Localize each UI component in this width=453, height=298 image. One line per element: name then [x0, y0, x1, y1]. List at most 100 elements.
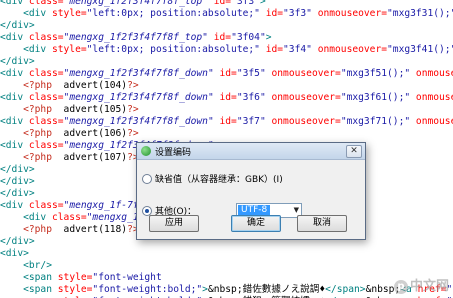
- code-token: <span: [0, 272, 58, 283]
- code-token: </div>: [0, 56, 35, 67]
- code-token: "mengxg_1f2f3f4f7f8f_down": [63, 68, 214, 79]
- code-line: <div class="mengxg_1f2f3f4f7f8f_top" id=…: [0, 0, 266, 8]
- code-line: <?php advert(107)?>: [0, 152, 139, 164]
- code-line: </div>: [0, 176, 35, 188]
- code-line: <div class="mengxg_1f2f3f4f7f8f_down" id…: [0, 92, 453, 104]
- code-token: id=: [213, 92, 237, 103]
- code-line: <?php advert(105)?>: [0, 104, 139, 116]
- code-token: id=: [213, 116, 237, 127]
- code-line: </div>: [0, 56, 35, 68]
- chevron-down-icon[interactable]: ▼: [294, 206, 299, 215]
- code-token: "3f3": [231, 0, 260, 7]
- code-token: ?>: [127, 128, 139, 139]
- code-token: "3f3": [283, 8, 312, 19]
- code-token: style=: [51, 44, 87, 55]
- code-token: onmouseout=: [415, 68, 453, 79]
- code-token: id=: [207, 32, 232, 43]
- code-line: <div class="mengxg_1f2f3f4f7f8f_top" id=…: [0, 32, 272, 44]
- code-line: </div>: [0, 188, 35, 200]
- code-token: onmouseout=: [415, 92, 453, 103]
- code-line: </div>: [0, 236, 35, 248]
- code-token: &nbsp;錯佐數據ノえ說調♦: [207, 284, 326, 295]
- code-token: "mxg3f61();": [340, 92, 411, 103]
- ok-button[interactable]: 确定: [231, 215, 281, 232]
- default-option-label: 缺省值（从容器继承：GBK）(I): [155, 175, 283, 185]
- default-encoding-option[interactable]: 缺省值（从容器继承：GBK）(I): [142, 172, 283, 185]
- code-line: <div>: [0, 248, 29, 260]
- code-token: </div>: [0, 188, 35, 199]
- code-token: <?php: [0, 224, 64, 235]
- encoding-dialog: 设置编码 ✕ 缺省值（从容器继承：GBK）(I) 其他(O)： UTF-8 ▼ …: [136, 142, 366, 240]
- watermark-logo-icon: p: [393, 279, 408, 294]
- code-token: onmouseout=: [415, 116, 453, 127]
- code-token: id=: [259, 44, 284, 55]
- code-line: <span style="font-weight: [0, 272, 162, 284]
- code-token: "mengxg_1f2f3f4f7f8f_down": [63, 92, 214, 103]
- code-token: <?php: [0, 152, 64, 163]
- code-token: advert(104): [63, 80, 128, 91]
- code-line: <?php advert(104)?>: [0, 80, 139, 92]
- code-token: "font-weight: [92, 272, 162, 283]
- code-token: advert(107): [63, 152, 128, 163]
- code-token: "3f5": [236, 68, 266, 79]
- code-token: id=: [213, 68, 237, 79]
- code-token: >: [259, 0, 266, 7]
- code-token: <div: [0, 140, 29, 151]
- code-token: class=: [28, 140, 64, 151]
- code-token: onmouseover=: [265, 68, 341, 79]
- code-token: class=: [28, 68, 64, 79]
- code-token: <?php: [0, 128, 64, 139]
- code-token: style=: [57, 272, 93, 283]
- code-token: "mengxg_1f2f3f4f7f8f_top": [63, 0, 208, 7]
- code-token: "mengxg_1f2f3f4f7f8f_down": [63, 116, 214, 127]
- code-token: class=: [28, 0, 64, 7]
- code-line: <div class="mengxg_1f2f3f4f7f8f_down" id…: [0, 68, 453, 80]
- code-token: <span: [0, 284, 58, 295]
- code-line: <div style="left:0px; position:absolute;…: [0, 8, 453, 20]
- code-token: "left:0px; position:absolute;": [86, 44, 260, 55]
- close-button[interactable]: ✕: [346, 145, 362, 158]
- code-token: "left:0px; position:absolute;": [86, 8, 260, 19]
- code-line: <?php advert(106)?>: [0, 128, 139, 140]
- code-token: <div: [0, 200, 29, 211]
- code-token: <div>: [0, 248, 29, 259]
- cancel-button[interactable]: 取消: [297, 215, 347, 232]
- code-token: "mxg3f51();": [340, 68, 411, 79]
- code-token: </span>: [325, 284, 366, 295]
- code-token: advert(118): [63, 224, 128, 235]
- code-token: >: [265, 32, 272, 43]
- code-token: style=: [57, 284, 93, 295]
- code-token: "font-weight:bold;": [92, 284, 203, 295]
- apply-button[interactable]: 应用: [149, 215, 199, 232]
- code-token: "3f04": [231, 32, 266, 43]
- code-token: onmouseover=: [311, 44, 388, 55]
- code-token: </div>: [0, 176, 35, 187]
- site-watermark: p 中文网: [393, 275, 449, 294]
- code-line: <br/>: [0, 260, 52, 272]
- code-token: class=: [28, 32, 64, 43]
- code-token: "mxg3f41();": [387, 44, 453, 55]
- code-token: class=: [28, 92, 64, 103]
- code-token: <div: [0, 68, 29, 79]
- code-line: <span style="font-weight:bold;">&nbsp;錯佐…: [0, 284, 453, 296]
- code-token: onmouseover=: [311, 8, 388, 19]
- code-token: <div: [0, 44, 52, 55]
- code-token: <?php: [0, 104, 64, 115]
- code-token: style=: [51, 8, 87, 19]
- code-line: </div>: [0, 164, 35, 176]
- code-token: "mxg3f31();": [387, 8, 453, 19]
- watermark-text: 中文网: [409, 279, 449, 294]
- code-token: </div>: [0, 20, 35, 31]
- other-radio[interactable]: [142, 205, 152, 216]
- code-token: <div: [0, 8, 52, 19]
- code-token: </div>: [0, 236, 35, 247]
- code-token: "mengxg_1f2f3f4f7f8f_top": [63, 32, 208, 43]
- code-line: <?php advert(118)?>: [0, 224, 139, 236]
- code-line: </div>: [0, 20, 35, 32]
- code-token: <?php: [0, 80, 64, 91]
- code-token: </div>: [0, 164, 35, 175]
- default-radio[interactable]: [142, 173, 152, 184]
- code-token: id=: [207, 0, 232, 7]
- code-token: onmouseover=: [265, 92, 341, 103]
- code-token: class=: [28, 116, 64, 127]
